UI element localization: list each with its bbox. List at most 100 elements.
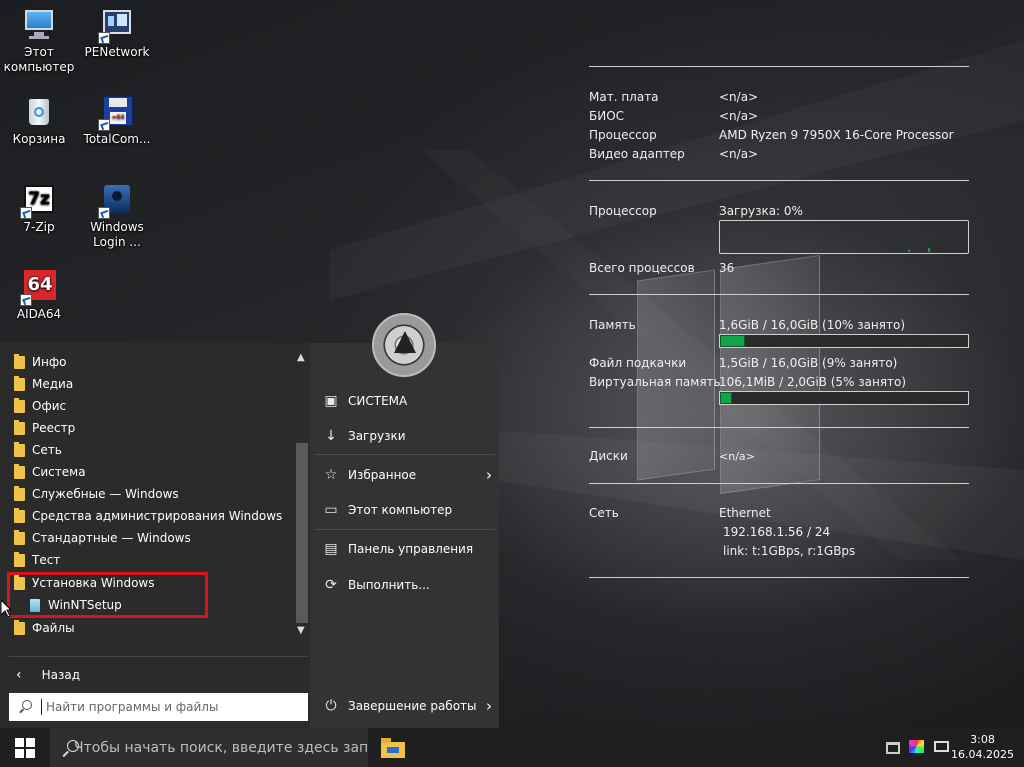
download-icon: ↓ (325, 428, 337, 444)
process-count-value: 36 (719, 261, 735, 275)
virtual-memory-bar-fill (720, 392, 733, 404)
memory-label: Память (589, 318, 636, 332)
network-tray-icon[interactable] (886, 742, 900, 754)
monitor-tray-icon[interactable] (934, 741, 949, 752)
favorites-item[interactable]: ☆ Избранное › (322, 463, 492, 487)
folder-item[interactable]: Стандартные — Windows (14, 527, 191, 549)
scrollbar-thumb[interactable] (296, 443, 308, 623)
folder-item[interactable]: Медиа (14, 373, 73, 395)
desktop-icon-label: Windows (90, 220, 144, 234)
memory-bar-fill (720, 335, 745, 347)
taskbar-search-box[interactable]: Чтобы начать поиск, введите здесь запр (50, 728, 368, 767)
back-label: Назад (41, 668, 81, 682)
info-label: БИОС (589, 109, 625, 123)
start-button[interactable] (15, 738, 35, 758)
divider (314, 529, 495, 530)
folder-item[interactable]: Файлы (14, 617, 75, 639)
desktop-icon-aida64[interactable]: 64 AIDA64 (0, 270, 78, 322)
folder-label: Стандартные — Windows (32, 531, 191, 545)
network-link: link: t:1GBps, r:1GBps (723, 544, 856, 558)
folder-label: Офис (32, 399, 67, 413)
folder-icon (14, 441, 25, 457)
desktop-icon-label: Корзина (12, 132, 66, 146)
this-pc-item[interactable]: ▭ Этот компьютер (322, 498, 452, 522)
chevron-right-icon: › (486, 697, 492, 715)
folder-icon (14, 397, 25, 413)
file-explorer-taskbar-icon[interactable] (381, 738, 405, 758)
desktop-icon-recycle-bin[interactable]: Корзина (0, 95, 78, 147)
run-label: Выполнить... (348, 578, 430, 592)
folder-icon (14, 619, 25, 635)
cpu-graph (719, 220, 969, 254)
user-avatar[interactable] (372, 313, 436, 377)
shutdown-button[interactable]: ⏻ Завершение работы › (322, 694, 492, 718)
taskbar-search-placeholder: Чтобы начать поиск, введите здесь запр (74, 739, 368, 756)
control-panel-label: Панель управления (348, 542, 474, 556)
clock-time: 3:08 (970, 733, 995, 746)
taskbar-clock[interactable]: 3:08 16.04.2025 (951, 732, 1014, 762)
folder-item[interactable]: Тест (14, 549, 60, 571)
power-icon: ⏻ (325, 698, 337, 714)
folder-item[interactable]: Система (14, 461, 86, 483)
search-placeholder: Найти программы и файлы (46, 700, 219, 714)
divider (314, 454, 495, 455)
desktop-icon-penetwork[interactable]: PENetwork (78, 8, 156, 60)
folder-label: Служебные — Windows (32, 487, 179, 501)
desktop-icon-total-commander[interactable]: =64 TotalCom... (78, 95, 156, 147)
desktop-icon-7zip[interactable]: 7z 7-Zip (0, 183, 78, 235)
divider (589, 294, 969, 295)
folder-item[interactable]: Инфо (14, 351, 66, 373)
start-menu: ▲ Инфо Медиа Офис Реестр Сеть Система Сл… (0, 313, 499, 728)
favorites-label: Избранное (348, 468, 417, 482)
folder-item[interactable]: Сеть (14, 439, 62, 461)
system-item[interactable]: ▣ СИСТЕМА (322, 389, 407, 413)
folder-item[interactable]: Офис (14, 395, 66, 417)
divider (9, 656, 308, 657)
total-commander-icon: =64 (98, 95, 134, 131)
control-panel-item[interactable]: ▤ Панель управления (322, 537, 473, 561)
desktop-icon-windows-login[interactable]: Windows Login ... (78, 183, 156, 250)
folder-label: Инфо (32, 355, 67, 369)
folder-icon (14, 419, 25, 435)
folder-icon (14, 485, 25, 501)
divider (589, 66, 969, 67)
system-label: СИСТЕМА (348, 394, 408, 408)
desktop-icon-label: TotalCom... (83, 132, 151, 146)
downloads-item[interactable]: ↓ Загрузки (322, 424, 405, 448)
star-icon: ☆ (324, 467, 338, 483)
folder-item[interactable]: Средства администрирования Windows (14, 505, 282, 527)
folder-item[interactable]: Служебные — Windows (14, 483, 179, 505)
network-ip: 192.168.1.56 / 24 (723, 525, 831, 539)
memory-value: 1,6GiB / 16,0GiB (10% занято) (719, 318, 905, 332)
folder-icon (14, 507, 25, 523)
desktop-icon-this-pc[interactable]: Этот компьютер (0, 8, 78, 75)
penetwork-icon (98, 8, 134, 44)
scroll-down-icon[interactable]: ▼ (297, 625, 305, 636)
display-tray-icon[interactable] (909, 740, 924, 753)
text-cursor (41, 699, 42, 715)
info-label: Мат. плата (589, 90, 659, 104)
cpu-label: Процессор (589, 204, 657, 218)
folder-icon (14, 551, 25, 567)
run-item[interactable]: ⟳ Выполнить... (322, 573, 430, 597)
back-button[interactable]: ‹ Назад (16, 665, 80, 685)
disks-label: Диски (589, 449, 628, 463)
run-icon: ⟳ (325, 577, 337, 593)
recycle-bin-icon (22, 95, 56, 129)
divider (589, 483, 969, 484)
info-value: <n/a> (719, 147, 759, 161)
this-pc-label: Этот компьютер (348, 503, 453, 517)
desktop-icon-label: PENetwork (84, 45, 150, 59)
folder-label: Сеть (32, 443, 62, 457)
desktop-icon-label: 7-Zip (23, 220, 55, 234)
memory-bar (719, 334, 969, 348)
aida64-icon: 64 (20, 270, 56, 306)
folder-item[interactable]: Реестр (14, 417, 75, 439)
start-menu-places: ▣ СИСТЕМА ↓ Загрузки ☆ Избранное › ▭ Этот ком… (310, 313, 499, 728)
start-menu-programs: ▲ Инфо Медиа Офис Реестр Сеть Система Сл… (0, 343, 310, 728)
program-search-input[interactable]: Найти программы и файлы (9, 693, 308, 721)
folder-icon (14, 375, 25, 391)
scroll-up-icon[interactable]: ▲ (297, 352, 305, 363)
info-label: Процессор (589, 128, 657, 142)
7zip-icon: 7z (20, 183, 56, 219)
